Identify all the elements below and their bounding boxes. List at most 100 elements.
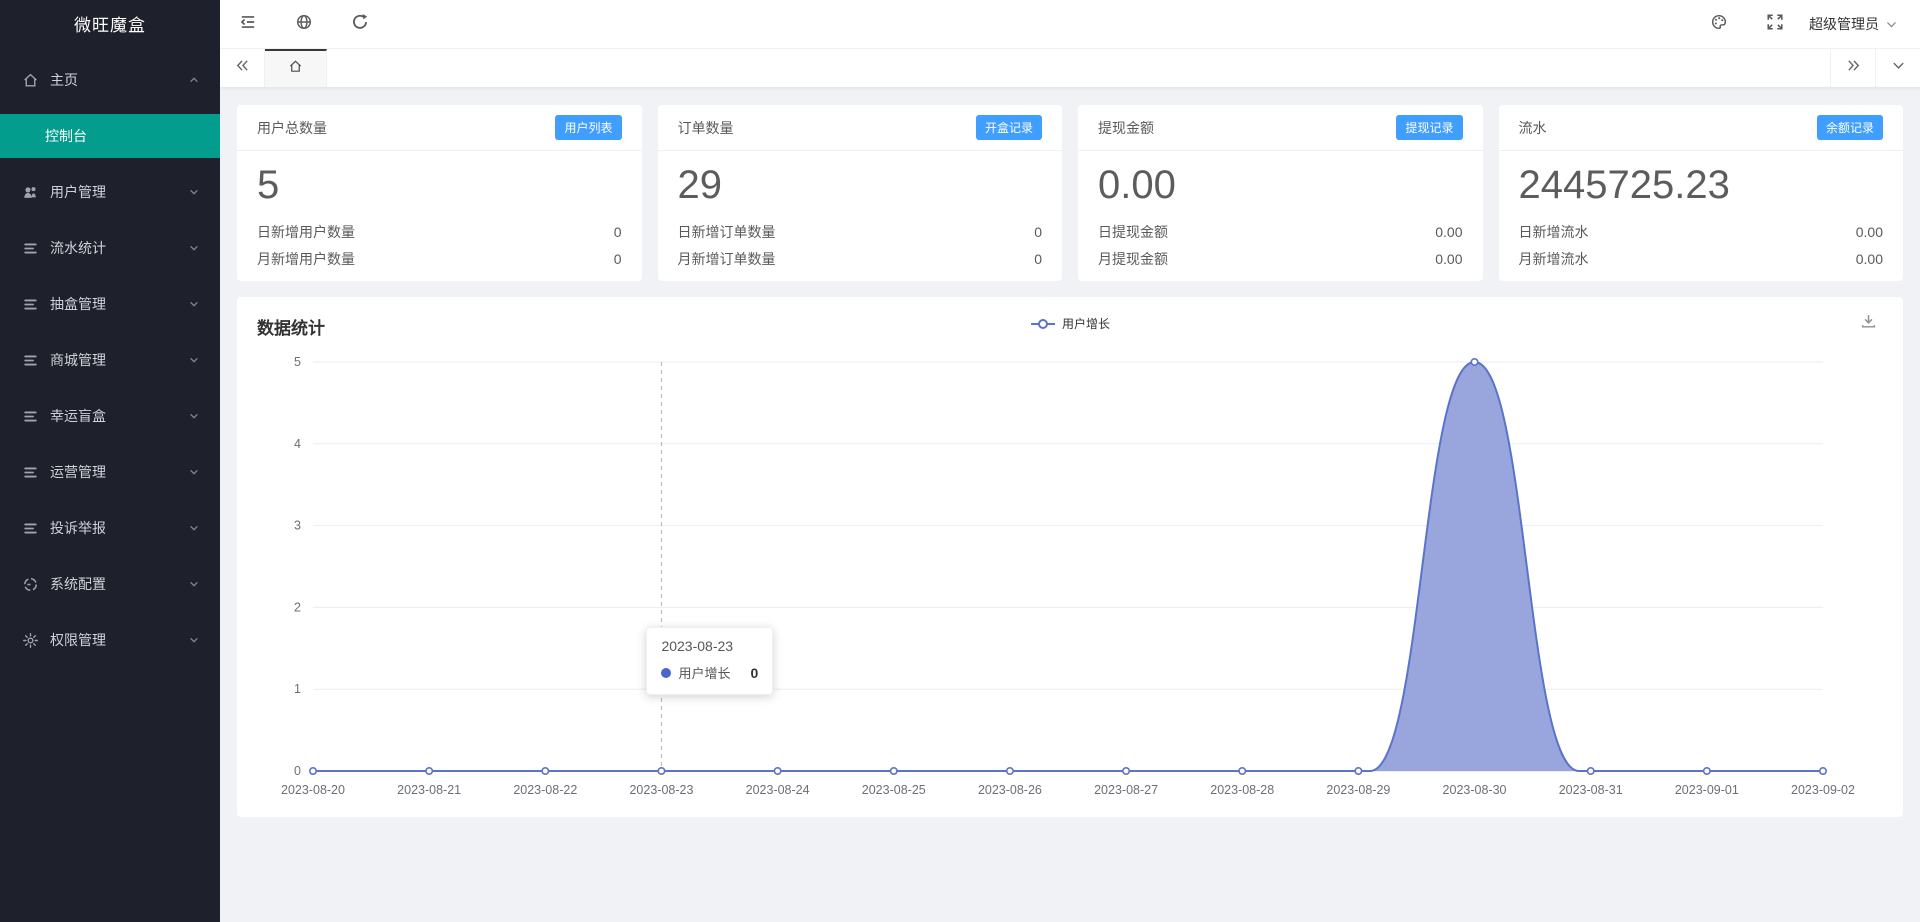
stat-row-label: 日新增订单数量 <box>677 224 776 240</box>
stat-card-row: 日新增流水 0.00 <box>1519 219 1884 246</box>
users-icon <box>22 184 39 201</box>
chevron-down-icon <box>188 298 200 310</box>
chevron-down-icon <box>188 354 200 366</box>
tab-bar <box>220 49 1920 88</box>
chevron-down-icon <box>188 186 200 198</box>
gear-icon <box>22 632 39 649</box>
sidebar-item-user-manage[interactable]: 用户管理 <box>0 164 220 220</box>
stat-card-header: 订单数量 开盒记录 <box>657 105 1062 151</box>
list-icon <box>22 408 39 425</box>
sidebar-item-label: 控制台 <box>45 128 87 144</box>
sidebar-item-draw-box-manage[interactable]: 抽盒管理 <box>0 276 220 332</box>
sidebar-item-lucky-blind-box[interactable]: 幸运盲盒 <box>0 388 220 444</box>
config-icon <box>22 576 39 593</box>
fullscreen-button[interactable] <box>1747 0 1803 49</box>
stat-row-value: 0.00 <box>1855 251 1883 267</box>
stat-row-value: 0.00 <box>1435 224 1463 240</box>
stat-card-header: 用户总数量 用户列表 <box>237 105 642 151</box>
area-chart[interactable]: 0 1 2 3 4 5 2023-08-20 2023-08-21 2023-08-22 2023… <box>237 297 1905 817</box>
tabs-scroll-left-button[interactable] <box>220 49 265 87</box>
chevron-down-icon <box>188 522 200 534</box>
stat-card-row: 月新增订单数量 0 <box>678 246 1043 273</box>
sidebar-item-complaint-report[interactable]: 投诉举报 <box>0 500 220 556</box>
language-button[interactable] <box>276 0 332 49</box>
svg-text:2023-08-26: 2023-08-26 <box>978 783 1042 797</box>
svg-text:2023-08-30: 2023-08-30 <box>1443 783 1507 797</box>
chart-card: 数据统计 用户增长 0 1 2 3 4 5 2023-08-20 2023-08-21 2023… <box>237 297 1903 817</box>
svg-text:2023-08-23: 2023-08-23 <box>629 783 693 797</box>
topbar: 超级管理员 <box>220 0 1920 49</box>
list-icon <box>22 240 39 257</box>
svg-text:3: 3 <box>294 519 301 533</box>
tab-home[interactable] <box>265 49 327 87</box>
tabs-menu-button[interactable] <box>1875 49 1920 87</box>
chart-tooltip: 2023-08-23 用户增长 0 <box>646 627 774 695</box>
sidebar-item-label: 主页 <box>50 72 78 88</box>
stat-card-value: 0.00 <box>1098 163 1176 207</box>
stat-card-body: 29 日新增订单数量 0 月新增订单数量 0 <box>658 151 1063 273</box>
stat-card-header: 提现金额 提现记录 <box>1078 105 1483 151</box>
refresh-icon <box>351 13 369 36</box>
sidebar-item-home[interactable]: 主页 <box>0 52 220 108</box>
svg-text:2023-08-28: 2023-08-28 <box>1210 783 1274 797</box>
sidebar-item-label: 系统配置 <box>50 576 106 592</box>
svg-text:2023-09-01: 2023-09-01 <box>1675 783 1739 797</box>
stat-card-header: 流水 余额记录 <box>1498 105 1903 151</box>
stat-card-badge-orders[interactable]: 开盒记录 <box>975 115 1042 140</box>
tabs-scroll-right-button[interactable] <box>1830 49 1875 87</box>
tooltip-series-dot <box>661 667 672 678</box>
sidebar-item-flow-stats[interactable]: 流水统计 <box>0 220 220 276</box>
stat-card-badge-withdraw[interactable]: 提现记录 <box>1396 115 1463 140</box>
theme-button[interactable] <box>1691 0 1747 49</box>
stat-row-label: 月新增订单数量 <box>677 251 776 267</box>
sidebar-item-label: 权限管理 <box>50 632 106 648</box>
stat-row-label: 日提现金额 <box>1098 224 1168 240</box>
sidebar-item-mall-manage[interactable]: 商城管理 <box>0 332 220 388</box>
app-logo: 微旺魔盒 <box>74 16 146 35</box>
stat-row-label: 月提现金额 <box>1098 251 1168 267</box>
stat-row-label: 日新增用户数量 <box>257 224 355 240</box>
stat-row-label: 月新增流水 <box>1518 251 1589 267</box>
svg-text:2023-08-31: 2023-08-31 <box>1559 783 1623 797</box>
double-chevron-right-icon <box>1846 58 1861 78</box>
stat-card-row: 日新增订单数量 0 <box>678 219 1043 246</box>
fullscreen-icon <box>1766 13 1784 36</box>
refresh-button[interactable] <box>332 0 388 49</box>
sidebar-item-operation-manage[interactable]: 运营管理 <box>0 444 220 500</box>
stat-card-badge-users[interactable]: 用户列表 <box>555 115 622 140</box>
svg-text:1: 1 <box>294 682 301 696</box>
sidebar-item-label: 流水统计 <box>50 240 106 256</box>
menu-fold-button[interactable] <box>220 0 276 49</box>
home-icon <box>288 59 303 79</box>
sidebar-item-label: 用户管理 <box>50 184 106 200</box>
sidebar-item-permission-manage[interactable]: 权限管理 <box>0 612 220 668</box>
stat-card-row: 月提现金额 0.00 <box>1098 246 1463 273</box>
stat-row-value: 0 <box>1034 251 1042 267</box>
stat-card-title: 提现金额 <box>1098 119 1154 136</box>
list-icon <box>22 520 39 537</box>
list-icon <box>22 352 39 369</box>
svg-text:2023-08-29: 2023-08-29 <box>1326 783 1390 797</box>
sidebar-item-label: 抽盒管理 <box>50 296 106 312</box>
stat-card-title: 流水 <box>1518 119 1547 136</box>
content-area: 用户总数量 用户列表 5 日新增用户数量 0 月新增用户数量 0 订单数量 开盒记录 29 日新增订… <box>220 88 1920 922</box>
sidebar-item-console[interactable]: 控制台 <box>0 114 220 158</box>
svg-text:2023-08-24: 2023-08-24 <box>746 783 810 797</box>
user-dropdown[interactable]: 超级管理员 <box>1809 14 1898 34</box>
stat-row-value: 0 <box>1034 224 1042 240</box>
stat-card-badge-flow[interactable]: 余额记录 <box>1816 115 1883 140</box>
stat-card-row: 日新增用户数量 0 <box>257 219 622 246</box>
sidebar-item-label: 幸运盲盒 <box>50 408 106 424</box>
sidebar-item-label: 运营管理 <box>50 464 106 480</box>
palette-icon <box>1710 13 1728 36</box>
stat-card-row: 日提现金额 0.00 <box>1098 219 1463 246</box>
stat-card-users: 用户总数量 用户列表 5 日新增用户数量 0 月新增用户数量 0 <box>237 105 642 281</box>
chevron-down-icon <box>188 634 200 646</box>
stat-card-body: 2445725.23 日新增流水 0.00 月新增流水 0.00 <box>1499 151 1904 273</box>
user-name: 超级管理员 <box>1809 16 1879 32</box>
sidebar-item-label: 投诉举报 <box>50 520 106 536</box>
sidebar-item-system-config[interactable]: 系统配置 <box>0 556 220 612</box>
stat-card-body: 0.00 日提现金额 0.00 月提现金额 0.00 <box>1078 151 1483 273</box>
chevron-up-icon <box>188 74 200 86</box>
main-column: 超级管理员 用户总数量 用户列表 5 日新增用户数量 0 月新增用户数量 0 订单数量 开盒记录… <box>220 0 1920 922</box>
